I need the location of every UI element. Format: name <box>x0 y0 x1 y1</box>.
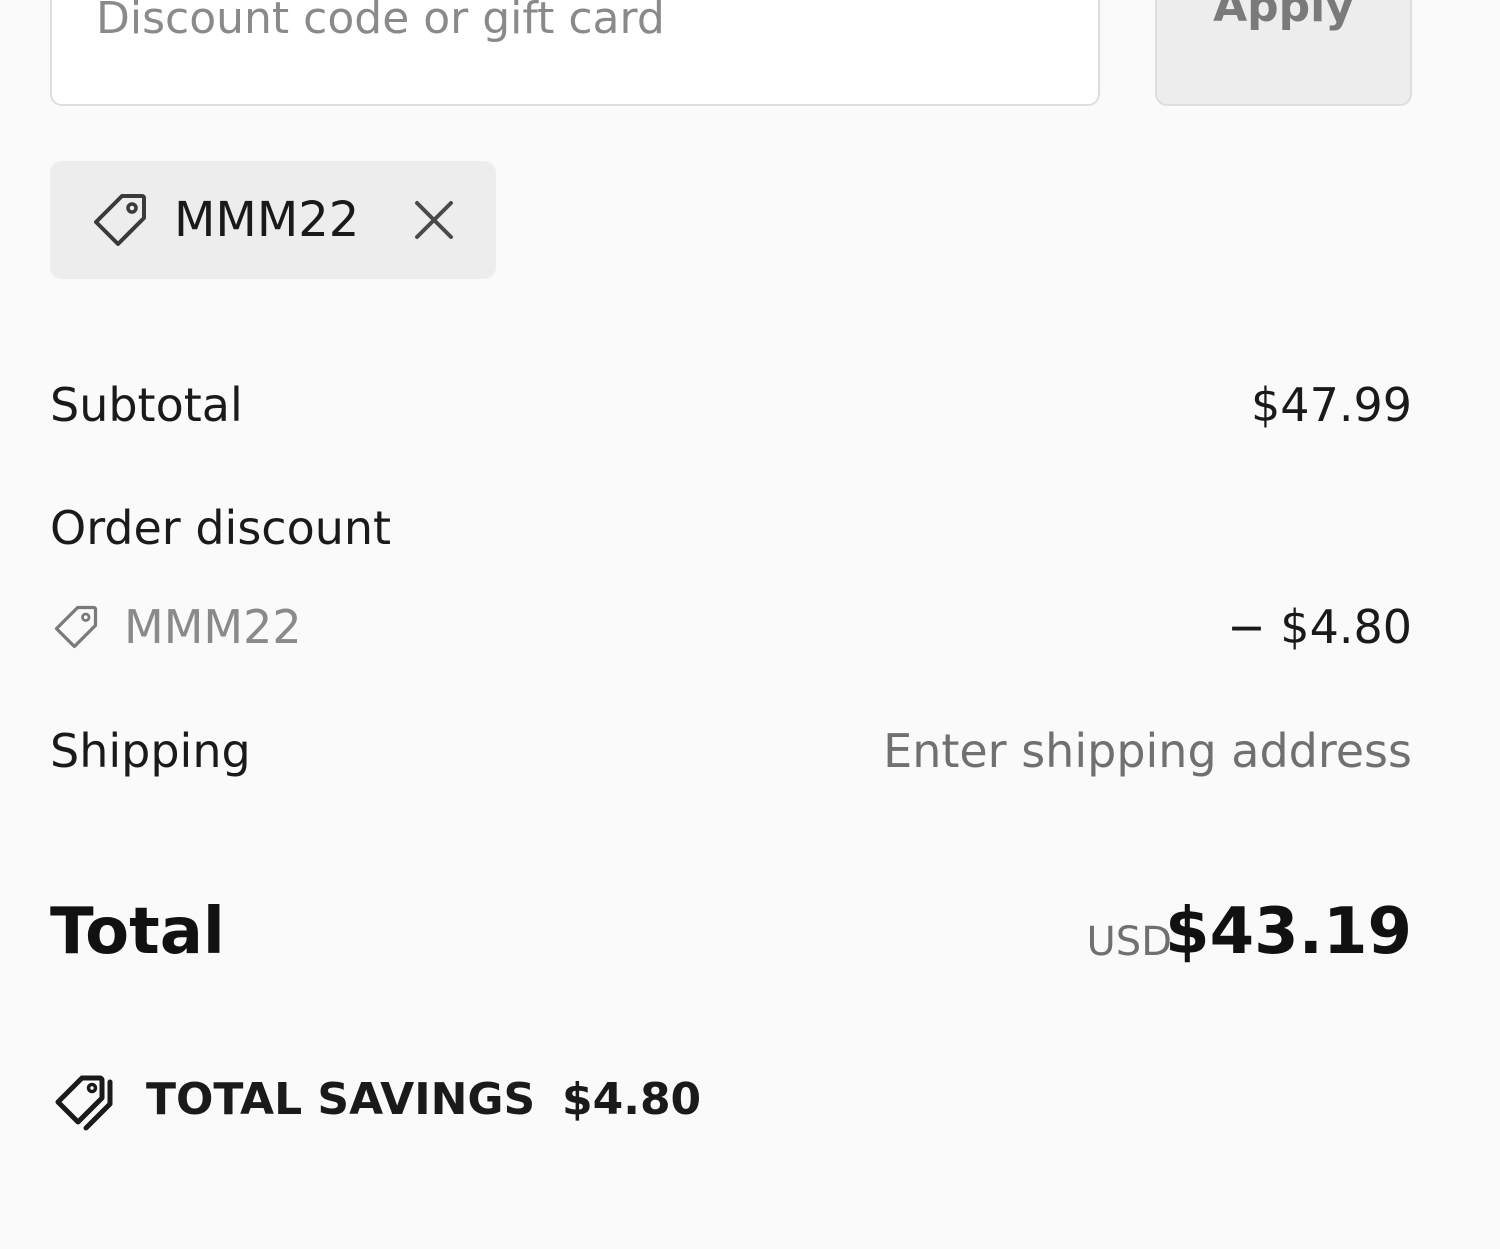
total-value: $43.19 <box>1165 895 1412 969</box>
order-discount-value: − $4.80 <box>1227 600 1412 654</box>
discount-code-input[interactable] <box>50 0 1100 106</box>
remove-code-icon[interactable] <box>412 198 456 242</box>
total-savings-label: TOTAL SAVINGS <box>146 1074 536 1125</box>
tag-icon <box>88 188 152 252</box>
tag-icon <box>50 601 102 653</box>
apply-button[interactable]: Apply <box>1155 0 1412 106</box>
total-savings-value: $4.80 <box>562 1074 702 1125</box>
double-tag-icon <box>54 1072 120 1132</box>
total-savings-row: TOTAL SAVINGS $4.80 <box>50 1065 850 1135</box>
discount-code-row: Apply <box>50 0 1412 106</box>
subtotal-row: Subtotal $47.99 <box>50 370 1412 440</box>
subtotal-value: $47.99 <box>1251 378 1412 432</box>
order-discount-detail-row: MMM22 − $4.80 <box>50 592 1412 662</box>
subtotal-label: Subtotal <box>50 378 243 432</box>
shipping-value: Enter shipping address <box>883 724 1412 778</box>
order-discount-code: MMM22 <box>124 600 302 654</box>
order-discount-label: Order discount <box>50 501 392 555</box>
total-label: Total <box>50 895 225 969</box>
shipping-label: Shipping <box>50 724 251 778</box>
total-currency: USD <box>1086 919 1172 965</box>
total-row: Total USD $43.19 <box>50 882 1412 982</box>
order-discount-row: Order discount <box>50 493 1412 563</box>
applied-code-label: MMM22 <box>174 192 360 248</box>
shipping-row: Shipping Enter shipping address <box>50 716 1412 786</box>
